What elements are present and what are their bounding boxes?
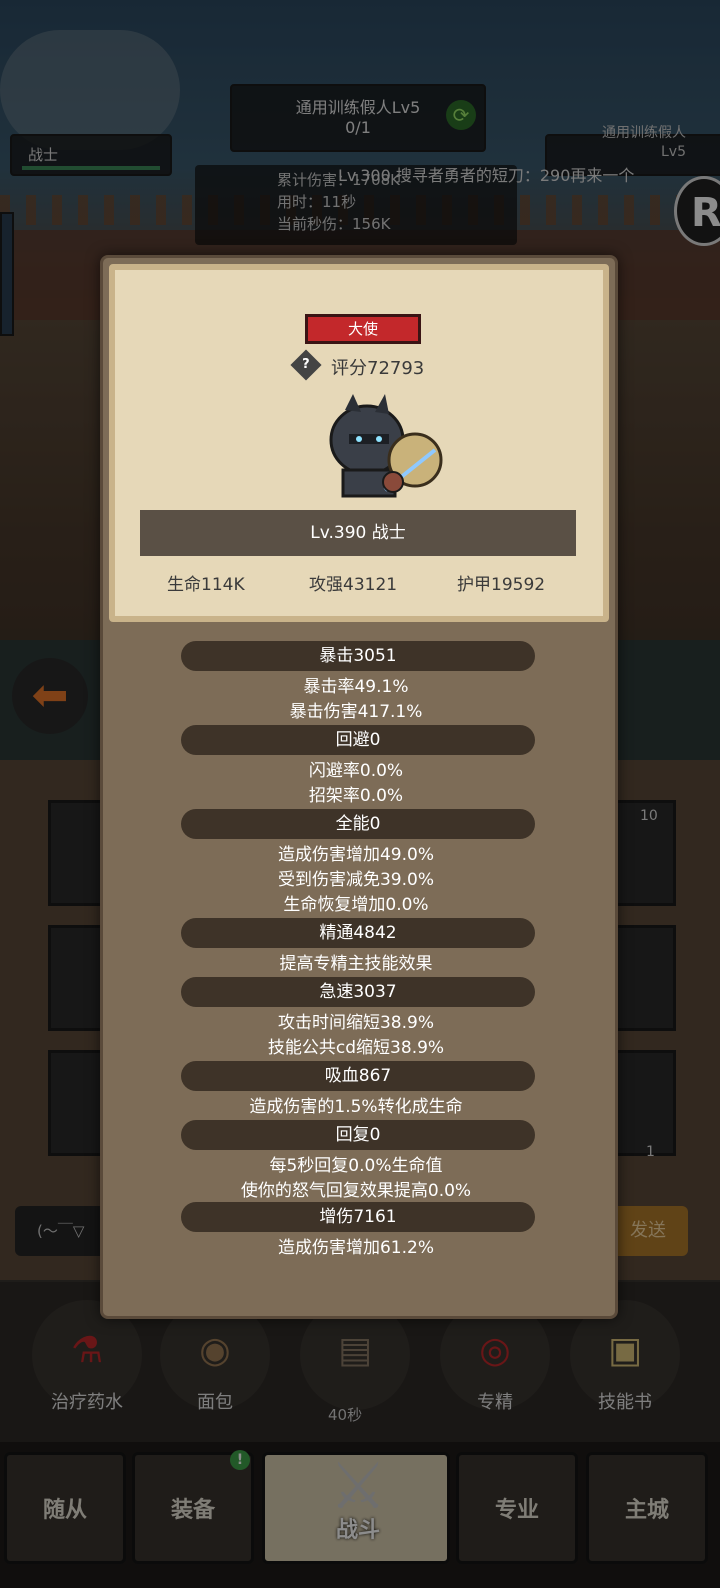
- attr-line: 暴击伤害417.1%: [289, 702, 423, 722]
- attr-line: 暴击率49.1%: [303, 677, 409, 697]
- attr-header-damage-boost: 增伤7161: [181, 1202, 535, 1232]
- level-name-bar: Lv.390 战士: [140, 510, 576, 556]
- attr-header-crit: 暴击3051: [181, 641, 535, 671]
- stat-hp: 生命114K: [167, 575, 245, 595]
- attr-line: 攻击时间缩短38.9%: [277, 1013, 434, 1033]
- rank-badge: 大使: [305, 314, 421, 344]
- attr-line: 造成伤害的1.5%转化成生命: [249, 1097, 463, 1117]
- attr-line: 招架率0.0%: [308, 786, 404, 806]
- attr-line: 每5秒回复0.0%生命值: [269, 1156, 443, 1176]
- attr-line: 闪避率0.0%: [308, 761, 404, 781]
- attr-line: 生命恢复增加0.0%: [283, 895, 429, 915]
- help-icon[interactable]: ?: [290, 349, 322, 381]
- attr-line: 造成伤害增加49.0%: [277, 845, 434, 865]
- attr-header-haste: 急速3037: [181, 977, 535, 1007]
- attr-header-avoid: 回避0: [181, 725, 535, 755]
- attr-header-versatility: 全能0: [181, 809, 535, 839]
- attr-line: 受到伤害减免39.0%: [277, 870, 434, 890]
- stat-armor: 护甲19592: [457, 575, 546, 595]
- attr-header-regen: 回复0: [181, 1120, 535, 1150]
- attr-line: 造成伤害增加61.2%: [277, 1238, 434, 1258]
- character-detail-popup: 大使 ? 评分72793 Lv.390 战士 生命114K 攻强43121 护甲…: [100, 255, 618, 1319]
- stat-attack: 攻强43121: [309, 575, 398, 595]
- attr-line: 提高专精主技能效果: [279, 954, 433, 974]
- attr-header-mastery: 精通4842: [181, 918, 535, 948]
- attr-line: 使你的怒气回复效果提高0.0%: [240, 1181, 472, 1201]
- warrior-avatar: [329, 394, 443, 498]
- score-value: 评分72793: [331, 358, 425, 379]
- character-card: 大使 ? 评分72793 Lv.390 战士 生命114K 攻强43121 护甲…: [109, 264, 609, 622]
- score-row: ? 评分72793: [290, 349, 495, 381]
- attr-header-lifesteal: 吸血867: [181, 1061, 535, 1091]
- attr-line: 技能公共cd缩短38.9%: [267, 1038, 445, 1058]
- base-stats: 生命114K 攻强43121 护甲19592: [115, 570, 603, 600]
